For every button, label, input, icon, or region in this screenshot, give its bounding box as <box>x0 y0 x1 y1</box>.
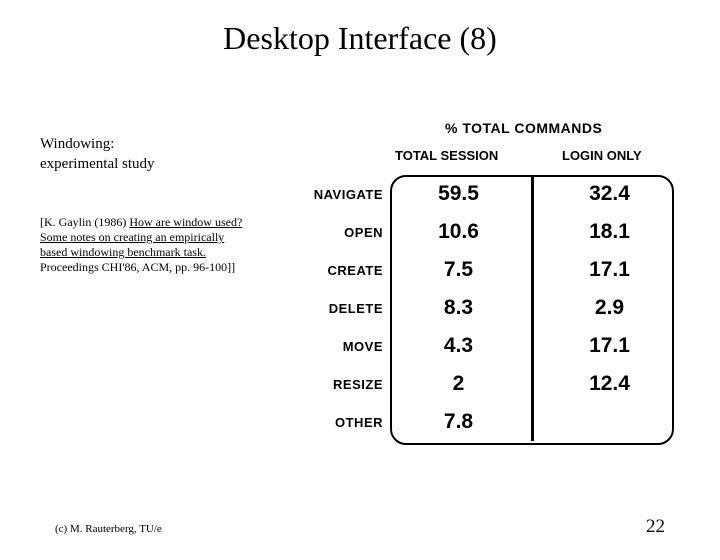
row-label: NAVIGATE <box>275 187 383 202</box>
footer-copyright: (c) M. Rauterberg, TU/e <box>55 523 162 535</box>
citation-suffix: Proceedings CHI'86, ACM, pp. 96-100]] <box>40 260 235 274</box>
table-title: % TOTAL COMMANDS <box>445 120 602 136</box>
row-label: OTHER <box>275 415 383 430</box>
cell: 10.6 <box>383 220 534 244</box>
row-label: RESIZE <box>275 377 383 392</box>
table-row: MOVE 4.3 17.1 <box>275 327 685 365</box>
subtitle: Windowing: experimental study <box>40 135 250 174</box>
cell: 7.8 <box>383 410 534 434</box>
cell: 8.3 <box>383 296 534 320</box>
page-number: 22 <box>646 516 665 538</box>
table-row: RESIZE 2 12.4 <box>275 365 685 403</box>
cell: 7.5 <box>383 258 534 282</box>
cell: 18.1 <box>534 220 685 244</box>
table-row: OPEN 10.6 18.1 <box>275 213 685 251</box>
subtitle-line2: experimental study <box>40 155 250 175</box>
table-header: % TOTAL COMMANDS TOTAL SESSION LOGIN ONL… <box>275 120 685 175</box>
cell: 12.4 <box>534 372 685 396</box>
table-row: CREATE 7.5 17.1 <box>275 251 685 289</box>
cell: 59.5 <box>383 182 534 206</box>
row-label: DELETE <box>275 301 383 316</box>
citation-prefix: [K. Gaylin (1986) <box>40 215 129 229</box>
citation: [K. Gaylin (1986) How are window used? S… <box>40 215 250 275</box>
table-body: NAVIGATE 59.5 32.4 OPEN 10.6 18.1 CREATE… <box>275 175 685 441</box>
row-label: MOVE <box>275 339 383 354</box>
cell: 17.1 <box>534 258 685 282</box>
row-label: CREATE <box>275 263 383 278</box>
cell: 17.1 <box>534 334 685 358</box>
row-label: OPEN <box>275 225 383 240</box>
cell: 4.3 <box>383 334 534 358</box>
cell: 2.9 <box>534 296 685 320</box>
column-header-1: TOTAL SESSION <box>395 148 498 163</box>
subtitle-line1: Windowing: <box>40 135 250 155</box>
table-row: NAVIGATE 59.5 32.4 <box>275 175 685 213</box>
cell: 2 <box>383 372 534 396</box>
table-row: OTHER 7.8 <box>275 403 685 441</box>
cell: 32.4 <box>534 182 685 206</box>
slide-title: Desktop Interface (8) <box>0 20 720 57</box>
data-table-figure: % TOTAL COMMANDS TOTAL SESSION LOGIN ONL… <box>275 120 685 441</box>
column-header-2: LOGIN ONLY <box>562 148 642 163</box>
table-row: DELETE 8.3 2.9 <box>275 289 685 327</box>
